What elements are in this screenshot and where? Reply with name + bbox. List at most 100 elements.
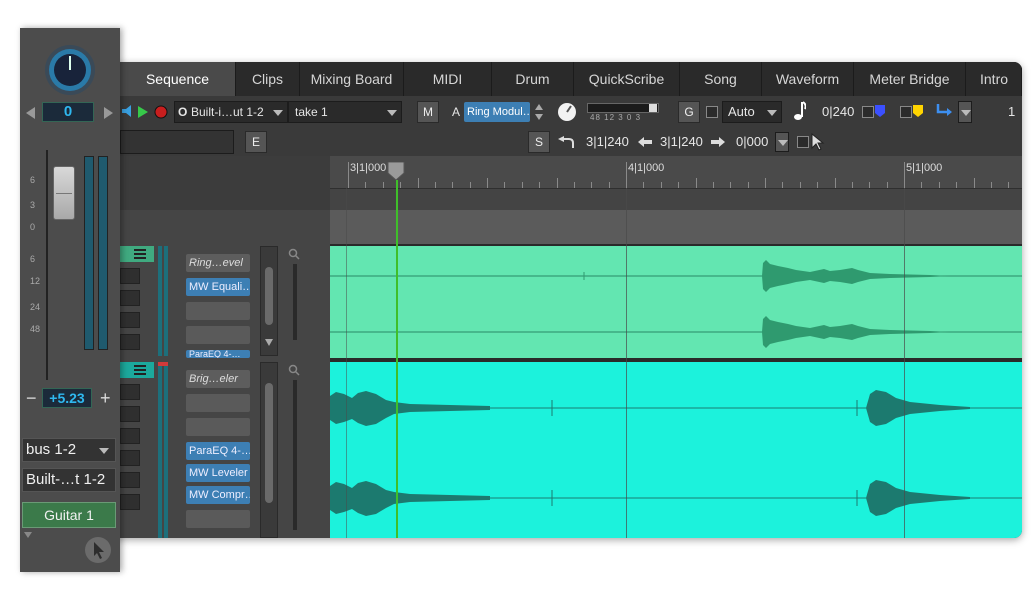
track1-insert-3[interactable] <box>186 326 250 344</box>
cursor-checkbox[interactable] <box>797 136 809 148</box>
tab-waveform[interactable]: Waveform <box>762 62 854 96</box>
g-button[interactable]: G <box>678 101 700 123</box>
track2-audio-clip[interactable] <box>330 362 1022 538</box>
undo-icon[interactable] <box>558 136 574 148</box>
track2-dropdown-5[interactable] <box>120 472 140 488</box>
track1-dropdown-3[interactable] <box>120 312 140 328</box>
s-button[interactable]: S <box>528 131 550 153</box>
tab-clips[interactable]: Clips <box>236 62 300 96</box>
take-select[interactable]: take 1 <box>288 101 402 123</box>
track1-dropdown-2[interactable] <box>120 290 140 306</box>
pan-right-arrow-icon[interactable] <box>104 107 114 119</box>
options-dropdown[interactable] <box>958 101 972 123</box>
locator-start[interactable]: 3|1|240 <box>586 132 629 152</box>
tab-drum[interactable]: Drum <box>492 62 574 96</box>
blue-flag-checkbox[interactable] <box>862 106 874 118</box>
arrow-right-icon[interactable] <box>711 137 725 147</box>
scroll-down-icon[interactable] <box>265 339 273 347</box>
up-down-stepper-icon[interactable] <box>534 101 544 123</box>
magnifier-icon[interactable] <box>288 248 300 260</box>
expand-arrow-icon[interactable] <box>24 532 32 538</box>
track2-dropdown-3[interactable] <box>120 428 140 444</box>
track2-color-tab[interactable] <box>120 362 154 378</box>
tab-meter-bridge[interactable]: Meter Bridge <box>854 62 966 96</box>
ruler-tick <box>765 178 766 188</box>
track1-audio-clip[interactable] <box>330 246 1022 358</box>
track1-scrollbar[interactable] <box>260 246 278 356</box>
tab-song[interactable]: Song <box>680 62 762 96</box>
track1-insert-2[interactable] <box>186 302 250 320</box>
ruler-ticks <box>330 156 1022 188</box>
bar-line-5 <box>904 188 905 538</box>
plugin-select[interactable]: Ring Modul… <box>464 102 530 122</box>
track1-dropdown-4[interactable] <box>120 334 140 350</box>
cursor-tool-icon[interactable] <box>84 536 112 564</box>
pan-knob-icon[interactable] <box>42 42 98 96</box>
input-select[interactable]: O Built-i…ut 1-2 <box>174 101 288 123</box>
tab-mixing-board[interactable]: Mixing Board <box>300 62 404 96</box>
track2-dropdown-4[interactable] <box>120 450 140 466</box>
automation-select[interactable]: Auto <box>722 101 782 123</box>
gain-knob-icon[interactable] <box>557 102 577 122</box>
arrow-left-icon[interactable] <box>638 137 652 147</box>
automation-checkbox[interactable] <box>706 106 718 118</box>
track2-insert-3[interactable]: ParaEQ 4-… <box>186 442 250 460</box>
track2-insert-5[interactable]: MW Compr… <box>186 486 250 504</box>
automation-select-label: Auto <box>728 104 755 119</box>
track1-insert-1[interactable]: MW Equali… <box>186 278 250 296</box>
speaker-icon[interactable] <box>122 105 132 117</box>
scroll-thumb[interactable] <box>265 267 273 325</box>
track2-zoom-slider[interactable] <box>293 380 297 530</box>
yellow-flag-checkbox[interactable] <box>900 106 912 118</box>
cursor-arrow-icon[interactable] <box>811 133 825 151</box>
track2-dropdown-6[interactable] <box>120 494 140 510</box>
track2-insert-4[interactable]: MW Leveler <box>186 464 250 482</box>
tab-quickscribe[interactable]: QuickScribe <box>574 62 680 96</box>
track1-meter-right <box>164 246 168 356</box>
blue-flag-icon <box>875 105 885 117</box>
pan-left-arrow-icon[interactable] <box>26 107 36 119</box>
track1-insert-4[interactable]: ParaEQ 4-… <box>186 350 250 358</box>
locator-end[interactable]: 3|1|240 <box>660 132 703 152</box>
scroll-thumb[interactable] <box>265 383 273 503</box>
ruler-tick <box>556 178 558 188</box>
track-name-label[interactable]: Guitar 1 <box>22 502 116 528</box>
track2-dropdown-1[interactable] <box>120 384 140 400</box>
m-button[interactable]: M <box>417 101 439 123</box>
return-arrow-icon[interactable] <box>936 104 952 118</box>
track2-insert-2[interactable] <box>186 418 250 436</box>
a-label: A <box>452 105 461 119</box>
tab-midi[interactable]: MIDI <box>404 62 492 96</box>
play-icon[interactable] <box>138 106 148 118</box>
output-select[interactable]: bus 1-2 <box>22 438 116 462</box>
magnifier-icon[interactable] <box>288 364 300 376</box>
empty-lane[interactable] <box>330 210 1022 244</box>
track2-insert-header[interactable]: Brig…eler <box>186 370 250 388</box>
track2-dropdown-2[interactable] <box>120 406 140 422</box>
playhead-marker-icon[interactable] <box>387 162 405 180</box>
track1-zoom-slider[interactable] <box>293 264 297 340</box>
track1-insert-header[interactable]: Ring…evel <box>186 254 250 272</box>
e-button[interactable]: E <box>245 131 267 153</box>
track1-dropdown-1[interactable] <box>120 268 140 284</box>
music-note-icon[interactable] <box>794 100 806 122</box>
volume-decrease-button[interactable]: − <box>26 388 37 409</box>
track1-color-tab[interactable] <box>120 246 154 262</box>
track2-insert-1[interactable] <box>186 394 250 412</box>
track2-insert-6[interactable] <box>186 510 250 528</box>
input-select-strip[interactable]: Built-…t 1-2 <box>22 468 116 492</box>
tab-sequence[interactable]: Sequence <box>120 62 236 96</box>
volume-fader-track[interactable] <box>46 150 48 380</box>
locator-dropdown[interactable] <box>775 132 789 152</box>
volume-fader-handle[interactable] <box>53 166 75 220</box>
playhead-line[interactable] <box>396 180 398 538</box>
track2-scrollbar[interactable] <box>260 362 278 538</box>
locator-length[interactable]: 0|000 <box>736 132 768 152</box>
bar-line-4 <box>626 188 627 538</box>
volume-value[interactable]: +5.23 <box>42 388 92 408</box>
volume-increase-button[interactable]: + <box>100 388 111 409</box>
track-name-field[interactable] <box>120 130 234 154</box>
pan-value[interactable]: 0 <box>42 102 94 122</box>
record-icon[interactable] <box>154 105 168 119</box>
tab-intro[interactable]: Intro <box>966 62 1022 117</box>
